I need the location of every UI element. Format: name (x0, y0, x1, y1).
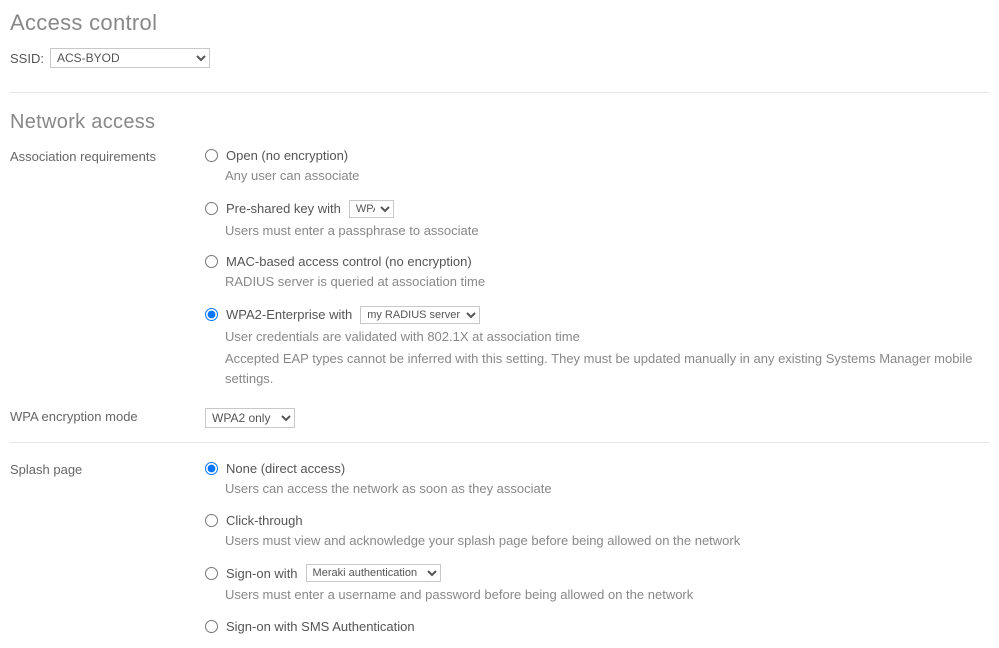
assoc-open-title: Open (no encryption) (226, 148, 348, 163)
splash-none-radio[interactable] (205, 462, 218, 475)
assoc-mac-desc: RADIUS server is queried at association … (225, 272, 989, 292)
ssid-label: SSID: (10, 51, 44, 66)
splash-sms-title: Sign-on with SMS Authentication (226, 619, 415, 634)
wpa-mode-label: WPA encryption mode (10, 408, 205, 424)
divider (10, 92, 989, 93)
page-title: Access control (10, 10, 989, 36)
splash-signon-select[interactable]: Meraki authentication (306, 564, 441, 582)
splash-sms-radio[interactable] (205, 620, 218, 633)
assoc-wpaent-desc1: User credentials are validated with 802.… (225, 327, 989, 347)
assoc-psk-radio[interactable] (205, 202, 218, 215)
assoc-wpaent-select[interactable]: my RADIUS server (360, 306, 480, 324)
assoc-mac-radio[interactable] (205, 255, 218, 268)
splash-click-radio[interactable] (205, 514, 218, 527)
splash-click-title: Click-through (226, 513, 303, 528)
ssid-select[interactable]: ACS-BYOD (50, 48, 210, 68)
splash-signon-prefix: Sign-on with (226, 566, 298, 581)
wpa-mode-select[interactable]: WPA2 only (205, 408, 295, 428)
assoc-psk-desc: Users must enter a passphrase to associa… (225, 221, 989, 241)
assoc-wpaent-radio[interactable] (205, 308, 218, 321)
assoc-wpaent-desc2: Accepted EAP types cannot be inferred wi… (225, 349, 989, 388)
network-access-heading: Network access (10, 111, 989, 134)
assoc-mac-title: MAC-based access control (no encryption) (226, 254, 472, 269)
splash-signon-desc: Users must enter a username and password… (225, 585, 989, 605)
splash-page-label: Splash page (10, 461, 205, 477)
splash-signon-radio[interactable] (205, 567, 218, 580)
assoc-open-desc: Any user can associate (225, 166, 989, 186)
splash-click-desc: Users must view and acknowledge your spl… (225, 531, 989, 551)
divider (10, 442, 989, 443)
splash-none-title: None (direct access) (226, 461, 345, 476)
assoc-psk-prefix: Pre-shared key with (226, 201, 341, 216)
splash-none-desc: Users can access the network as soon as … (225, 479, 989, 499)
assoc-open-radio[interactable] (205, 149, 218, 162)
assoc-wpaent-prefix: WPA2-Enterprise with (226, 307, 352, 322)
assoc-psk-select[interactable]: WPA2 (349, 200, 394, 218)
association-requirements-label: Association requirements (10, 148, 205, 164)
